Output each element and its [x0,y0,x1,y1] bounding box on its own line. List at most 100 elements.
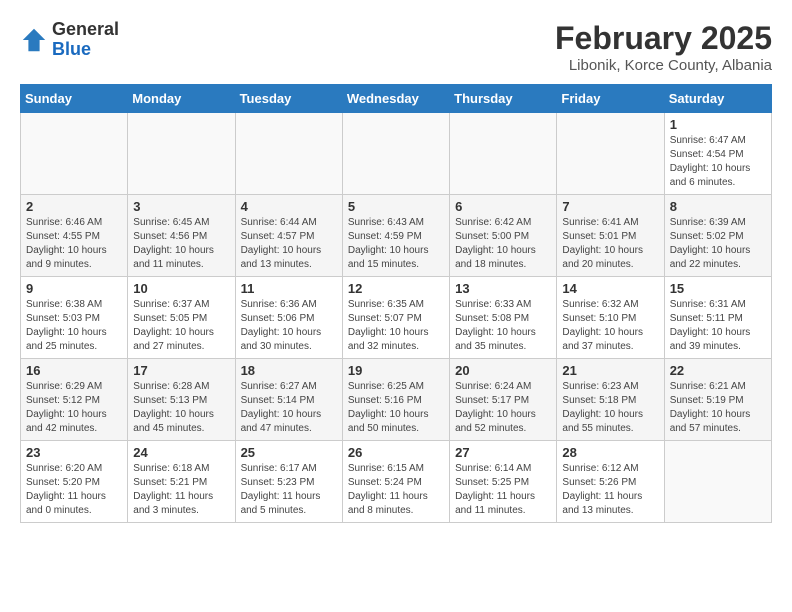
calendar-cell: 4 Sunrise: 6:44 AM Sunset: 4:57 PM Daylig… [235,195,342,277]
title-block: February 2025 Libonik, Korce County, Alb… [555,20,772,74]
day-number: 26 [348,445,444,460]
logo-icon [20,26,48,54]
day-number: 7 [562,199,658,214]
calendar-cell: 8 Sunrise: 6:39 AM Sunset: 5:02 PM Daylig… [664,195,771,277]
day-number: 27 [455,445,551,460]
calendar-cell: 22 Sunrise: 6:21 AM Sunset: 5:19 PM Dayli… [664,359,771,441]
calendar-cell: 15Sunrise: 6:31 AM Sunset: 5:11 PM Dayli… [664,277,771,359]
calendar-cell: 11Sunrise: 6:36 AM Sunset: 5:06 PM Dayli… [235,277,342,359]
day-number: 17 [133,363,229,378]
header-sunday: Sunday [21,85,128,113]
day-info: Sunrise: 6:25 AM Sunset: 5:16 PM Dayligh… [348,380,444,436]
calendar-subtitle: Libonik, Korce County, Albania [555,57,772,74]
day-number: 10 [133,281,229,296]
day-number: 6 [455,199,551,214]
calendar-cell: 21Sunrise: 6:23 AM Sunset: 5:18 PM Dayli… [557,359,664,441]
day-info: Sunrise: 6:14 AM Sunset: 5:25 PM Dayligh… [455,462,551,518]
calendar-cell: 17 Sunrise: 6:28 AM Sunset: 5:13 PM Dayli… [128,359,235,441]
logo-blue-text: Blue [52,40,119,60]
day-info: Sunrise: 6:20 AM Sunset: 5:20 PM Dayligh… [26,462,122,518]
day-info: Sunrise: 6:46 AM Sunset: 4:55 PM Dayligh… [26,216,122,272]
day-number: 11 [241,281,337,296]
day-number: 3 [133,199,229,214]
day-number: 2 [26,199,122,214]
calendar-cell [342,113,449,195]
week-row-5: 23 Sunrise: 6:20 AM Sunset: 5:20 PM Dayli… [21,441,772,523]
day-number: 25 [241,445,337,460]
day-number: 5 [348,199,444,214]
day-info: Sunrise: 6:12 AM Sunset: 5:26 PM Dayligh… [562,462,658,518]
week-row-4: 16Sunrise: 6:29 AM Sunset: 5:12 PM Dayli… [21,359,772,441]
header-monday: Monday [128,85,235,113]
day-info: Sunrise: 6:18 AM Sunset: 5:21 PM Dayligh… [133,462,229,518]
calendar-cell [235,113,342,195]
day-number: 1 [670,117,766,132]
calendar-cell: 24 Sunrise: 6:18 AM Sunset: 5:21 PM Dayli… [128,441,235,523]
calendar-cell [664,441,771,523]
day-number: 21 [562,363,658,378]
day-info: Sunrise: 6:32 AM Sunset: 5:10 PM Dayligh… [562,298,658,354]
calendar-cell: 20 Sunrise: 6:24 AM Sunset: 5:17 PM Dayli… [450,359,557,441]
calendar-body: 1 Sunrise: 6:47 AM Sunset: 4:54 PM Daylig… [21,113,772,523]
calendar-cell: 13 Sunrise: 6:33 AM Sunset: 5:08 PM Dayli… [450,277,557,359]
calendar-title: February 2025 [555,20,772,57]
page-header: General Blue February 2025 Libonik, Korc… [20,20,772,74]
day-info: Sunrise: 6:15 AM Sunset: 5:24 PM Dayligh… [348,462,444,518]
day-number: 12 [348,281,444,296]
logo-general-text: General [52,20,119,40]
calendar-cell [557,113,664,195]
week-row-3: 9 Sunrise: 6:38 AM Sunset: 5:03 PM Daylig… [21,277,772,359]
calendar-cell: 7 Sunrise: 6:41 AM Sunset: 5:01 PM Daylig… [557,195,664,277]
day-number: 8 [670,199,766,214]
day-number: 19 [348,363,444,378]
day-number: 23 [26,445,122,460]
day-info: Sunrise: 6:41 AM Sunset: 5:01 PM Dayligh… [562,216,658,272]
calendar-cell: 18 Sunrise: 6:27 AM Sunset: 5:14 PM Dayli… [235,359,342,441]
day-number: 24 [133,445,229,460]
calendar-cell: 25Sunrise: 6:17 AM Sunset: 5:23 PM Dayli… [235,441,342,523]
calendar-cell: 16Sunrise: 6:29 AM Sunset: 5:12 PM Dayli… [21,359,128,441]
calendar-cell: 14 Sunrise: 6:32 AM Sunset: 5:10 PM Dayli… [557,277,664,359]
calendar-cell: 10 Sunrise: 6:37 AM Sunset: 5:05 PM Dayli… [128,277,235,359]
day-info: Sunrise: 6:33 AM Sunset: 5:08 PM Dayligh… [455,298,551,354]
day-info: Sunrise: 6:24 AM Sunset: 5:17 PM Dayligh… [455,380,551,436]
day-info: Sunrise: 6:27 AM Sunset: 5:14 PM Dayligh… [241,380,337,436]
day-info: Sunrise: 6:45 AM Sunset: 4:56 PM Dayligh… [133,216,229,272]
day-info: Sunrise: 6:37 AM Sunset: 5:05 PM Dayligh… [133,298,229,354]
calendar-cell: 2 Sunrise: 6:46 AM Sunset: 4:55 PM Daylig… [21,195,128,277]
calendar-cell: 23 Sunrise: 6:20 AM Sunset: 5:20 PM Dayli… [21,441,128,523]
day-info: Sunrise: 6:21 AM Sunset: 5:19 PM Dayligh… [670,380,766,436]
calendar-cell: 27 Sunrise: 6:14 AM Sunset: 5:25 PM Dayli… [450,441,557,523]
day-number: 4 [241,199,337,214]
day-info: Sunrise: 6:44 AM Sunset: 4:57 PM Dayligh… [241,216,337,272]
calendar-cell: 1 Sunrise: 6:47 AM Sunset: 4:54 PM Daylig… [664,113,771,195]
header-saturday: Saturday [664,85,771,113]
calendar-cell: 28 Sunrise: 6:12 AM Sunset: 5:26 PM Dayli… [557,441,664,523]
day-number: 13 [455,281,551,296]
day-info: Sunrise: 6:38 AM Sunset: 5:03 PM Dayligh… [26,298,122,354]
calendar-cell: 3 Sunrise: 6:45 AM Sunset: 4:56 PM Daylig… [128,195,235,277]
day-number: 16 [26,363,122,378]
day-info: Sunrise: 6:39 AM Sunset: 5:02 PM Dayligh… [670,216,766,272]
calendar-cell [450,113,557,195]
day-info: Sunrise: 6:28 AM Sunset: 5:13 PM Dayligh… [133,380,229,436]
day-number: 20 [455,363,551,378]
calendar-cell: 26 Sunrise: 6:15 AM Sunset: 5:24 PM Dayli… [342,441,449,523]
day-number: 9 [26,281,122,296]
calendar-cell: 19 Sunrise: 6:25 AM Sunset: 5:16 PM Dayli… [342,359,449,441]
day-number: 22 [670,363,766,378]
day-info: Sunrise: 6:47 AM Sunset: 4:54 PM Dayligh… [670,134,766,190]
header-tuesday: Tuesday [235,85,342,113]
calendar-cell [21,113,128,195]
header-row: SundayMondayTuesdayWednesdayThursdayFrid… [21,85,772,113]
day-number: 28 [562,445,658,460]
day-number: 14 [562,281,658,296]
week-row-2: 2 Sunrise: 6:46 AM Sunset: 4:55 PM Daylig… [21,195,772,277]
calendar-cell: 12Sunrise: 6:35 AM Sunset: 5:07 PM Dayli… [342,277,449,359]
day-info: Sunrise: 6:42 AM Sunset: 5:00 PM Dayligh… [455,216,551,272]
day-number: 15 [670,281,766,296]
day-number: 18 [241,363,337,378]
calendar-header: SundayMondayTuesdayWednesdayThursdayFrid… [21,85,772,113]
header-friday: Friday [557,85,664,113]
day-info: Sunrise: 6:43 AM Sunset: 4:59 PM Dayligh… [348,216,444,272]
